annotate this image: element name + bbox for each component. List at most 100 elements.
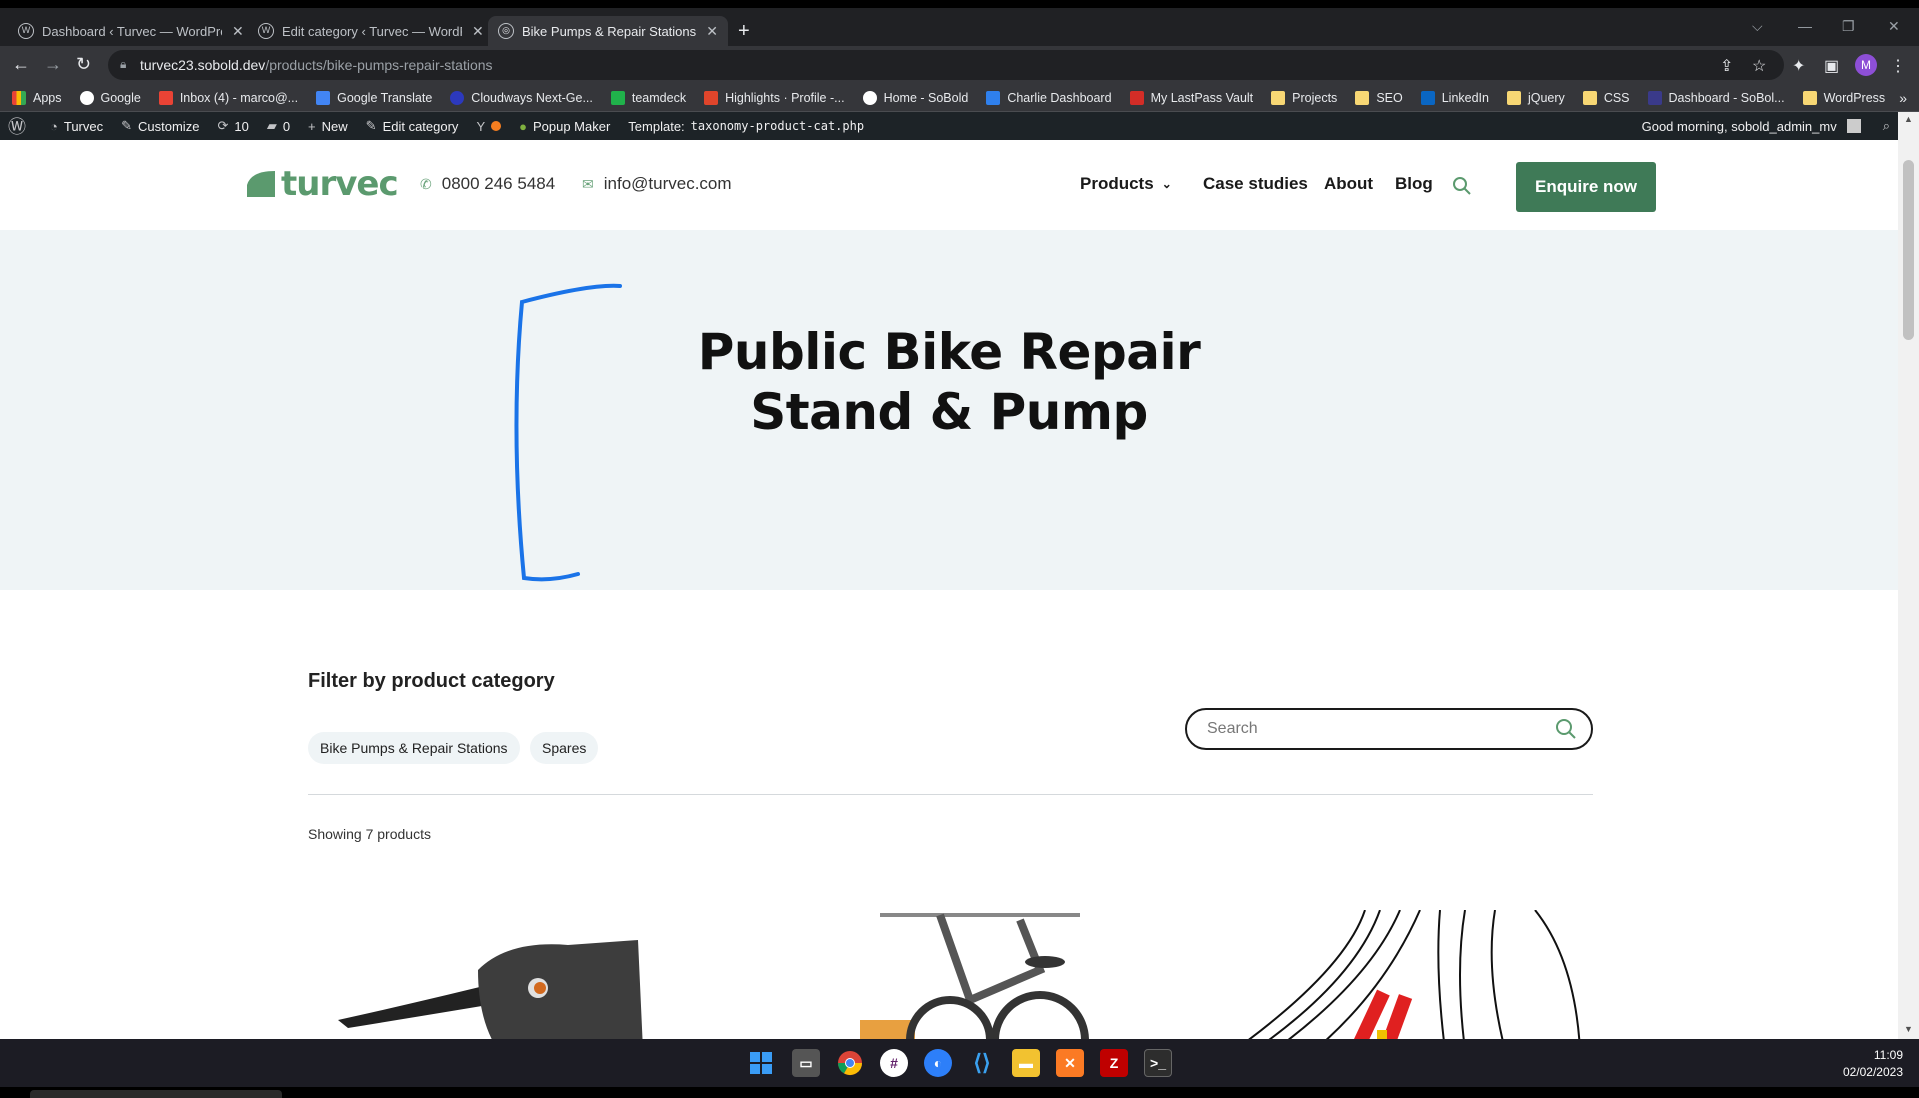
wp-comments-link[interactable]: ▰ 0 — [267, 118, 290, 134]
phone-link[interactable]: ✆ 0800 246 5484 — [420, 174, 555, 194]
side-panel-icon[interactable]: ▣ — [1824, 56, 1839, 76]
bookmark-cloudways[interactable]: Cloudways Next-Ge... — [450, 90, 593, 105]
bookmark-teamdeck[interactable]: teamdeck — [610, 90, 686, 105]
wp-logo-menu[interactable]: Ⓦ — [8, 113, 32, 139]
windows-start-icon[interactable] — [747, 1049, 775, 1077]
bookmark-label: Google Translate — [337, 90, 433, 105]
wp-site-link[interactable]: ◔ Turvec — [50, 119, 103, 134]
share-icon[interactable]: ⇪ — [1720, 56, 1733, 76]
user-avatar[interactable] — [1846, 119, 1861, 133]
menu-kebab-icon[interactable]: ⋮ — [1890, 56, 1906, 76]
bookmark-linkedin[interactable]: LinkedIn — [1420, 90, 1489, 105]
nav-case-studies[interactable]: Case studies — [1203, 174, 1308, 194]
category-chip[interactable]: Bike Pumps & Repair Stations — [308, 732, 520, 764]
bookmark-translate[interactable]: Google Translate — [316, 90, 433, 105]
chrome-icon[interactable] — [836, 1049, 864, 1077]
product-search-input[interactable]: Search — [1185, 708, 1593, 750]
reload-icon[interactable]: ↻ — [76, 54, 91, 75]
nav-label: Products — [1080, 174, 1154, 193]
terminal-icon[interactable]: >_ — [1144, 1049, 1172, 1077]
hero-banner: Public Bike Repair Stand & Pump — [0, 230, 1898, 590]
task-view-icon[interactable]: ▭ — [792, 1049, 820, 1077]
firefox-icon[interactable]: ◐ — [924, 1049, 952, 1077]
product-image-cables[interactable] — [1185, 910, 1595, 1039]
browser-tab[interactable]: W Edit category ‹ Turvec — WordPress ✕ — [248, 16, 494, 46]
bookmark-folder-seo[interactable]: SEO — [1355, 90, 1403, 105]
xampp-icon[interactable]: ✕ — [1056, 1049, 1084, 1077]
wp-template-info: Template: taxonomy-product-cat.php — [628, 119, 864, 134]
download-shelf-tab — [30, 1090, 282, 1098]
browser-tab-active[interactable]: ◎ Bike Pumps & Repair Stations Archives … — [488, 16, 728, 46]
close-icon[interactable]: ✕ — [706, 23, 718, 40]
file-explorer-icon[interactable]: ▬ — [1012, 1049, 1040, 1077]
wp-search-icon[interactable]: ⌕ — [1883, 118, 1890, 134]
enquire-now-button[interactable]: Enquire now — [1516, 162, 1656, 212]
wp-customize-label: Customize — [138, 118, 200, 134]
forward-icon[interactable]: → — [44, 54, 62, 75]
bookmark-label: SEO — [1376, 90, 1403, 105]
translate-icon — [316, 90, 331, 105]
bookmark-label: Inbox (4) - marco@... — [179, 90, 299, 105]
wp-new-link[interactable]: + New — [308, 119, 348, 134]
category-chip[interactable]: Spares — [530, 732, 599, 764]
wp-edit-category-link[interactable]: ✎ Edit category — [366, 118, 459, 134]
wordpress-icon: Ⓦ — [8, 117, 26, 137]
url-host: turvec23.sobold.dev — [140, 57, 266, 73]
restore-icon[interactable]: ❐ — [1842, 18, 1855, 35]
bookmark-star-icon[interactable]: ☆ — [1752, 56, 1766, 76]
bookmark-sobold[interactable]: Home - SoBold — [862, 90, 968, 105]
bookmark-folder-projects[interactable]: Projects — [1271, 90, 1337, 105]
more-bookmarks-icon[interactable]: » — [1899, 90, 1907, 106]
scroll-up-icon[interactable]: ▲ — [1904, 114, 1913, 124]
bookmark-apps[interactable]: Apps — [12, 90, 62, 105]
bookmark-folder-wordpress[interactable]: WordPress — [1802, 90, 1886, 105]
site-logo[interactable]: turvec — [245, 164, 399, 204]
browser-tab[interactable]: W Dashboard ‹ Turvec — WordPress ✕ — [8, 16, 254, 46]
tab-search-icon[interactable]: ⌵ — [1752, 18, 1763, 35]
page-viewport: turvec ✆ 0800 246 5484 ✉ info@turvec.com… — [0, 140, 1898, 1039]
bookmark-google[interactable]: Google — [79, 90, 141, 105]
url-path: /products/bike-pumps-repair-stations — [265, 57, 493, 73]
window-close-icon[interactable]: ✕ — [1888, 18, 1900, 35]
email-link[interactable]: ✉ info@turvec.com — [582, 174, 732, 194]
globe-icon: ◎ — [498, 23, 514, 39]
wp-yoast-menu[interactable]: Y — [476, 119, 502, 134]
vscode-icon[interactable]: ⟨⟩ — [968, 1049, 996, 1077]
nav-about[interactable]: About — [1324, 174, 1373, 194]
wp-greeting[interactable]: Good morning, sobold_admin_mv — [1642, 119, 1837, 134]
back-icon[interactable]: ← — [12, 54, 30, 75]
address-bar[interactable]: 🔒︎ turvec23.sobold.dev/products/bike-pum… — [108, 50, 1784, 80]
filezilla-icon[interactable]: Z — [1100, 1049, 1128, 1077]
profile-avatar[interactable]: M — [1855, 54, 1877, 76]
wp-updates-link[interactable]: ⟳ 10 — [217, 118, 248, 134]
bookmark-folder-css[interactable]: CSS — [1582, 90, 1630, 105]
email-address: info@turvec.com — [603, 174, 732, 193]
search-icon[interactable] — [1452, 176, 1472, 196]
system-clock[interactable]: 11:09 02/02/2023 — [1843, 1047, 1903, 1081]
wp-template-file: taxonomy-product-cat.php — [690, 119, 865, 133]
new-tab-icon[interactable]: + — [738, 20, 750, 43]
wp-edit-label: Edit category — [382, 118, 459, 134]
bookmark-charlie[interactable]: Charlie Dashboard — [986, 90, 1112, 105]
slack-icon[interactable]: # — [880, 1049, 908, 1077]
scroll-down-icon[interactable]: ▼ — [1904, 1024, 1913, 1034]
wp-popup-maker-link[interactable]: ● Popup Maker — [519, 119, 610, 134]
page-scrollbar[interactable]: ▲ ▼ — [1898, 112, 1919, 1039]
nav-blog[interactable]: Blog — [1395, 174, 1433, 194]
nav-products[interactable]: Products ⌄ — [1080, 174, 1172, 194]
bookmark-sobold-dashboard[interactable]: Dashboard - SoBol... — [1647, 90, 1785, 105]
close-icon[interactable]: ✕ — [472, 23, 484, 40]
bookmark-highlights[interactable]: Highlights · Profile -... — [704, 90, 845, 105]
search-icon[interactable] — [1555, 718, 1577, 740]
close-icon[interactable]: ✕ — [232, 23, 244, 40]
bookmark-folder-jquery[interactable]: jQuery — [1506, 90, 1565, 105]
product-image-pump-head[interactable] — [308, 910, 718, 1039]
scrollbar-thumb[interactable] — [1903, 160, 1914, 340]
turvec-logo-mark-icon — [247, 171, 275, 197]
bookmark-inbox[interactable]: Inbox (4) - marco@... — [158, 90, 299, 105]
minimize-icon[interactable]: — — [1798, 18, 1812, 34]
extensions-icon[interactable]: ✦ — [1792, 56, 1805, 76]
bookmark-lastpass[interactable]: My LastPass Vault — [1129, 90, 1253, 105]
bookmark-label: WordPress — [1823, 90, 1886, 105]
wp-customize-link[interactable]: ✎ Customize — [121, 118, 199, 134]
